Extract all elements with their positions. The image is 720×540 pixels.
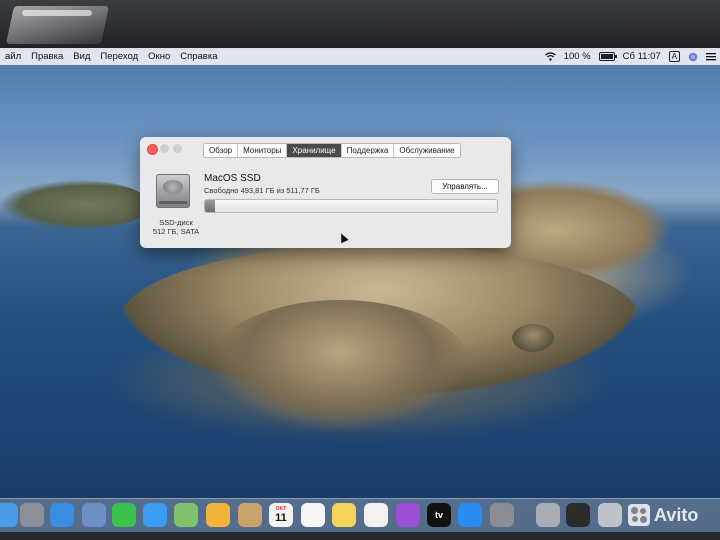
storage-used-fill	[205, 200, 216, 212]
menu-bar: айл Правка Вид Переход Окно Справка 100 …	[0, 48, 720, 65]
tab-overview[interactable]: Обзор	[204, 144, 239, 157]
calendar-day: 11	[275, 512, 287, 524]
maps-icon[interactable]	[174, 503, 198, 527]
menu-file[interactable]: айл	[0, 51, 26, 62]
battery-icon[interactable]	[598, 52, 617, 61]
disk-size-label: 512 ГБ, SATA	[152, 227, 200, 236]
app-store-icon[interactable]	[458, 503, 482, 527]
status-area: 100 % Сб 11:07 A	[537, 51, 720, 62]
terminal-icon[interactable]	[566, 503, 590, 527]
photos-icon[interactable]	[206, 503, 230, 527]
menu-help[interactable]: Справка	[175, 51, 222, 62]
launchpad-icon[interactable]	[20, 503, 44, 527]
menu-view[interactable]: Вид	[68, 51, 95, 62]
about-this-mac-window: Обзор Мониторы Хранилище Поддержка Обслу…	[140, 137, 511, 248]
messages-blue-icon[interactable]	[143, 503, 167, 527]
wallpaper-island	[0, 180, 150, 230]
tab-service[interactable]: Обслуживание	[394, 144, 459, 157]
trash-icon[interactable]	[598, 503, 622, 527]
disk-name: MacOS SSD	[204, 173, 261, 184]
storage-usage-bar	[204, 199, 498, 213]
notes-icon[interactable]	[332, 503, 356, 527]
disk-free-space: Свободно 493,81 ГБ из 511,77 ГБ	[204, 186, 320, 195]
screen-glare	[22, 10, 92, 16]
menu-window[interactable]: Окно	[143, 51, 175, 62]
control-center-icon[interactable]	[706, 52, 716, 61]
disk-utility-icon[interactable]	[536, 503, 560, 527]
battery-percent[interactable]: 100 %	[564, 51, 591, 62]
finder-icon[interactable]	[0, 503, 18, 527]
tab-displays[interactable]: Мониторы	[238, 144, 288, 157]
tv-icon[interactable]: tv	[427, 503, 451, 527]
avito-logo-icon	[628, 504, 650, 526]
disk-type-label: SSD-диск	[159, 218, 193, 227]
tab-bar: Обзор Мониторы Хранилище Поддержка Обслу…	[203, 143, 461, 158]
screen-bezel-bottom	[0, 532, 720, 540]
calendar-icon[interactable]: OKT 11	[269, 503, 293, 527]
input-source-indicator[interactable]: A	[668, 51, 680, 62]
zoom-button[interactable]	[173, 144, 182, 153]
screen-bezel	[0, 0, 720, 50]
wallpaper-island	[210, 300, 470, 430]
music-icon[interactable]	[364, 503, 388, 527]
hard-drive-icon	[156, 174, 190, 208]
reminders-icon[interactable]	[301, 503, 325, 527]
system-preferences-icon[interactable]	[490, 503, 514, 527]
wifi-icon[interactable]	[544, 52, 556, 61]
contacts-icon[interactable]	[238, 503, 262, 527]
tab-support[interactable]: Поддержка	[342, 144, 395, 157]
tab-storage[interactable]: Хранилище	[287, 144, 342, 157]
manage-storage-button[interactable]: Управлять...	[431, 179, 499, 194]
menu-edit[interactable]: Правка	[26, 51, 68, 62]
minimize-button[interactable]	[160, 144, 169, 153]
clock[interactable]: Сб 11:07	[623, 51, 661, 62]
close-button[interactable]	[147, 144, 158, 155]
avito-watermark: Avito	[628, 500, 698, 530]
safari-icon[interactable]	[50, 503, 74, 527]
tv-label: tv	[434, 510, 443, 520]
avito-watermark-text: Avito	[654, 504, 699, 525]
menu-go[interactable]: Переход	[95, 51, 143, 62]
messages-icon[interactable]	[112, 503, 136, 527]
siri-icon[interactable]	[688, 52, 698, 62]
mail-photo-icon[interactable]	[82, 503, 106, 527]
wallpaper-rock	[512, 324, 554, 352]
podcasts-icon[interactable]	[396, 503, 420, 527]
